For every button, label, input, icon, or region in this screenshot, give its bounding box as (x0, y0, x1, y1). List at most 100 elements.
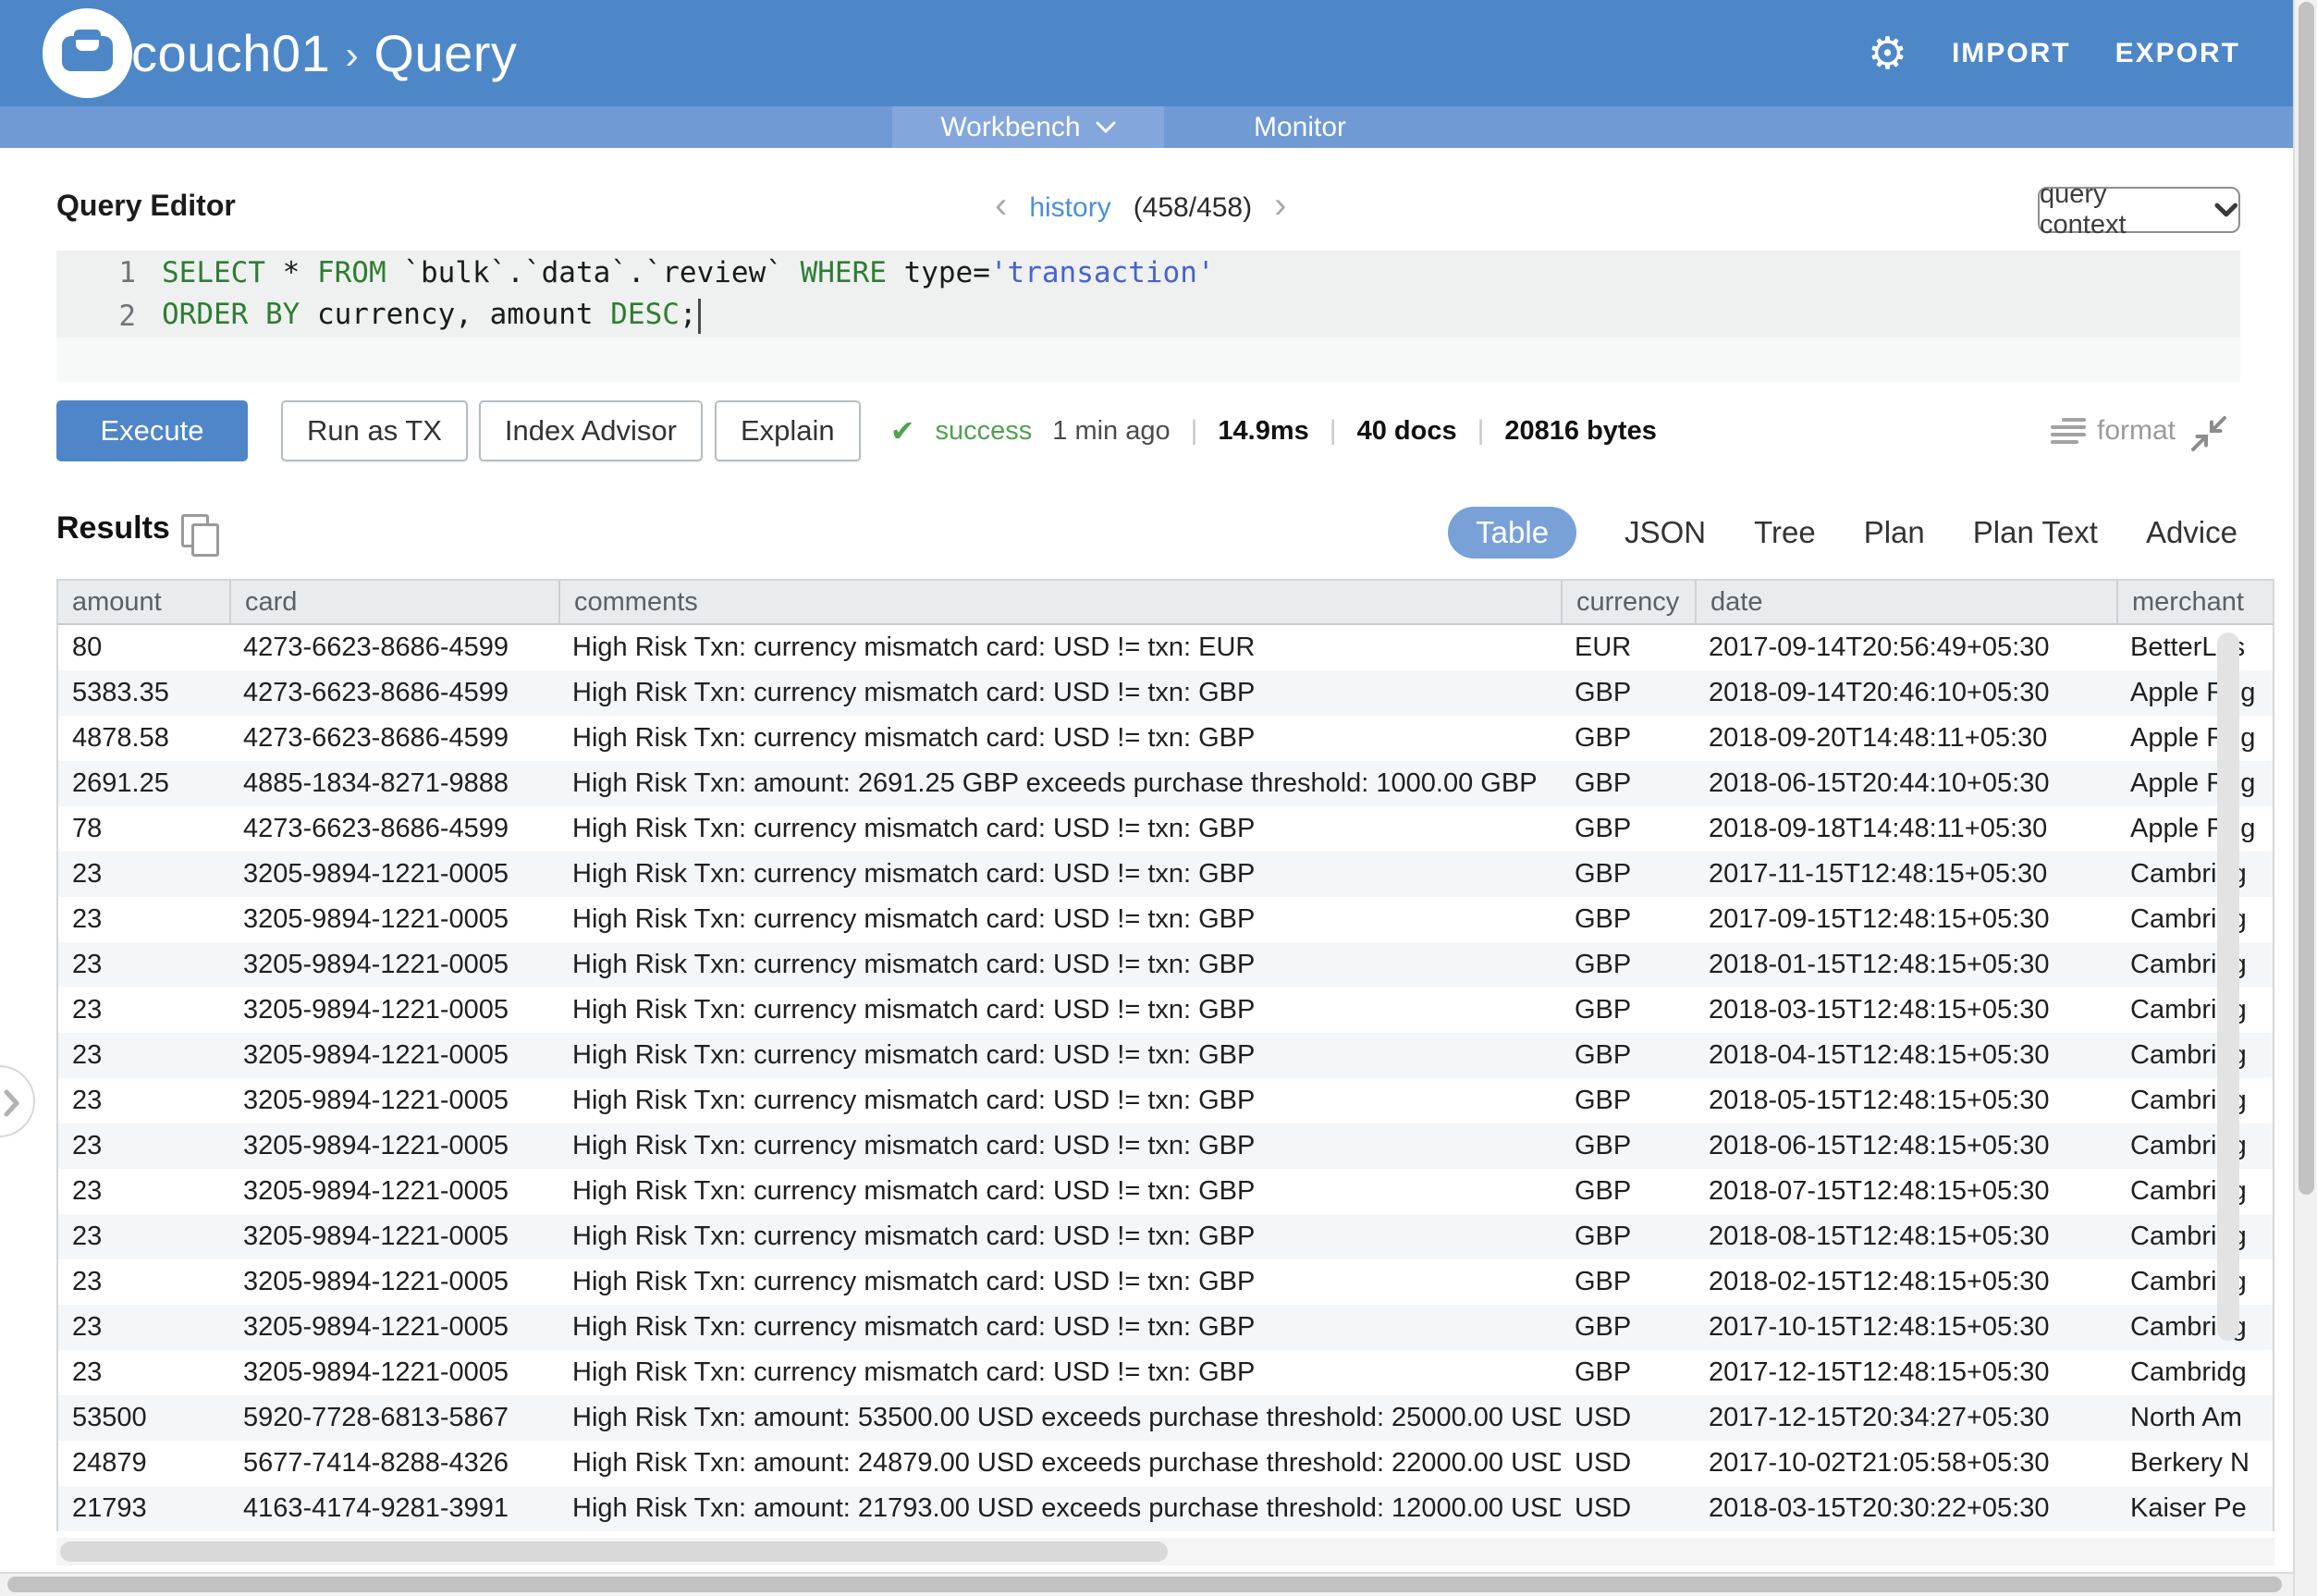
cell-currency: GBP (1561, 1305, 1695, 1350)
cell-currency: EUR (1561, 625, 1695, 670)
history-link[interactable]: history (1029, 192, 1110, 224)
cell-currency: GBP (1561, 1350, 1695, 1395)
couchbase-logo-icon (43, 8, 132, 98)
run-as-tx-button[interactable]: Run as TX (281, 400, 468, 461)
cell-date: 2018-02-15T12:48:15+05:30 (1695, 1259, 2116, 1305)
cell-card: 4273-6623-8686-4599 (229, 670, 558, 716)
copy-results-icon[interactable] (181, 514, 220, 555)
cell-amount: 53500 (58, 1395, 229, 1441)
cell-amount: 23 (58, 1123, 229, 1169)
breadcrumb: couch01 › Query (131, 0, 517, 106)
cell-merchant: Cambridg (2116, 942, 2273, 988)
table-row: 5383.354273-6623-8686-4599High Risk Txn:… (58, 670, 2273, 716)
table-body: 804273-6623-8686-4599High Risk Txn: curr… (58, 625, 2273, 1531)
tab-plan-text[interactable]: Plan Text (1973, 515, 2098, 550)
cell-currency: USD (1561, 1395, 1695, 1441)
table-row: 233205-9894-1221-0005High Risk Txn: curr… (58, 1169, 2273, 1214)
tab-monitor[interactable]: Monitor (1164, 106, 1436, 148)
settings-gear-icon[interactable]: ⚙ (1868, 31, 1907, 76)
chevron-right-icon (4, 1089, 20, 1117)
history-nav: ‹ history (458/458) › (995, 187, 1286, 229)
collapse-editor-icon[interactable] (2189, 414, 2228, 458)
cell-date: 2018-05-15T12:48:15+05:30 (1695, 1078, 2116, 1123)
execute-button[interactable]: Execute (56, 400, 248, 461)
cell-date: 2018-03-15T20:30:22+05:30 (1695, 1486, 2116, 1531)
status-separator: | (1330, 415, 1337, 447)
cell-amount: 5383.35 (58, 670, 229, 716)
tab-tree[interactable]: Tree (1754, 515, 1816, 550)
history-next-icon[interactable]: › (1274, 187, 1286, 224)
status-separator: | (1477, 415, 1485, 447)
cell-currency: GBP (1561, 1259, 1695, 1305)
table-row: 233205-9894-1221-0005High Risk Txn: curr… (58, 1123, 2273, 1169)
tab-json[interactable]: JSON (1624, 515, 1706, 550)
table-row: 804273-6623-8686-4599High Risk Txn: curr… (58, 625, 2273, 670)
table-horizontal-scrollbar[interactable] (56, 1538, 2274, 1565)
tab-table[interactable]: Table (1448, 507, 1576, 559)
page-horizontal-scrollbar[interactable] (0, 1572, 2293, 1596)
cell-amount: 23 (58, 1214, 229, 1259)
cell-amount: 23 (58, 852, 229, 897)
sql-editor[interactable]: 1SELECT * FROM `bulk`.`data`.`review` WH… (56, 251, 2240, 382)
history-count: (458/458) (1134, 192, 1252, 224)
cell-merchant: Cambridg (2116, 1305, 2273, 1350)
sidebar-expand-toggle[interactable] (0, 1065, 35, 1137)
cell-card: 3205-9894-1221-0005 (229, 988, 558, 1033)
code-line[interactable]: 1SELECT * FROM `bulk`.`data`.`review` WH… (56, 251, 2240, 294)
cell-currency: GBP (1561, 942, 1695, 988)
cell-merchant: Kaiser Pe (2116, 1486, 2273, 1531)
tab-plan[interactable]: Plan (1864, 515, 1925, 550)
export-button[interactable]: EXPORT (2115, 38, 2240, 69)
column-header-comments: comments (558, 581, 1561, 623)
cell-card: 5920-7728-6813-5867 (229, 1395, 558, 1441)
cell-merchant: Berkery N (2116, 1441, 2273, 1486)
cell-date: 2017-12-15T20:34:27+05:30 (1695, 1395, 2116, 1441)
status-separator: | (1191, 415, 1198, 447)
cell-date: 2017-12-15T12:48:15+05:30 (1695, 1350, 2116, 1395)
index-advisor-button[interactable]: Index Advisor (479, 400, 703, 461)
import-button[interactable]: IMPORT (1952, 38, 2071, 69)
table-row: 233205-9894-1221-0005High Risk Txn: curr… (58, 1259, 2273, 1305)
cell-card: 3205-9894-1221-0005 (229, 1305, 558, 1350)
chevron-down-icon (1096, 121, 1116, 134)
cell-date: 2018-08-15T12:48:15+05:30 (1695, 1214, 2116, 1259)
cell-comments: High Risk Txn: amount: 53500.00 USD exce… (558, 1395, 1561, 1441)
table-horizontal-scrollbar-thumb[interactable] (60, 1541, 1168, 1562)
history-prev-icon[interactable]: ‹ (995, 187, 1007, 224)
page-horizontal-scrollbar-thumb[interactable] (7, 1577, 2282, 1592)
cell-card: 3205-9894-1221-0005 (229, 897, 558, 942)
table-row: 535005920-7728-6813-5867High Risk Txn: a… (58, 1395, 2273, 1441)
cell-comments: High Risk Txn: currency mismatch card: U… (558, 852, 1561, 897)
code-line[interactable]: 2ORDER BY currency, amount DESC; (56, 294, 2240, 338)
cell-date: 2018-06-15T12:48:15+05:30 (1695, 1123, 2116, 1169)
tab-workbench[interactable]: Workbench (892, 106, 1164, 148)
cluster-name: couch01 (131, 23, 330, 83)
cell-currency: GBP (1561, 1169, 1695, 1214)
page-vertical-scrollbar[interactable] (2293, 0, 2317, 1596)
query-workbench-app: couch01 › Query ⚙ IMPORT EXPORT Workbenc… (0, 0, 2317, 1596)
cell-comments: High Risk Txn: currency mismatch card: U… (558, 1169, 1561, 1214)
cell-card: 3205-9894-1221-0005 (229, 852, 558, 897)
cell-amount: 21793 (58, 1486, 229, 1531)
cell-amount: 23 (58, 1350, 229, 1395)
tab-advice[interactable]: Advice (2146, 515, 2237, 550)
cell-currency: GBP (1561, 1214, 1695, 1259)
cell-amount: 78 (58, 806, 229, 852)
cell-amount: 2691.25 (58, 761, 229, 806)
tab-workbench-label: Workbench (940, 112, 1080, 143)
tab-monitor-label: Monitor (1254, 112, 1346, 143)
query-context-select[interactable]: query context (2038, 187, 2240, 233)
explain-button[interactable]: Explain (715, 400, 861, 461)
cell-card: 3205-9894-1221-0005 (229, 1033, 558, 1078)
status-doc-count: 40 docs (1357, 416, 1457, 447)
chevron-down-icon (2214, 203, 2238, 217)
table-vertical-scrollbar[interactable] (2217, 632, 2239, 1341)
page-vertical-scrollbar-thumb[interactable] (2299, 2, 2314, 1195)
cell-comments: High Risk Txn: currency mismatch card: U… (558, 1259, 1561, 1305)
cell-comments: High Risk Txn: currency mismatch card: U… (558, 1214, 1561, 1259)
cell-card: 4273-6623-8686-4599 (229, 806, 558, 852)
app-header: couch01 › Query ⚙ IMPORT EXPORT (0, 0, 2317, 106)
format-button[interactable]: format (2051, 414, 2176, 448)
cell-comments: High Risk Txn: amount: 2691.25 GBP excee… (558, 761, 1561, 806)
results-title: Results (56, 510, 170, 546)
